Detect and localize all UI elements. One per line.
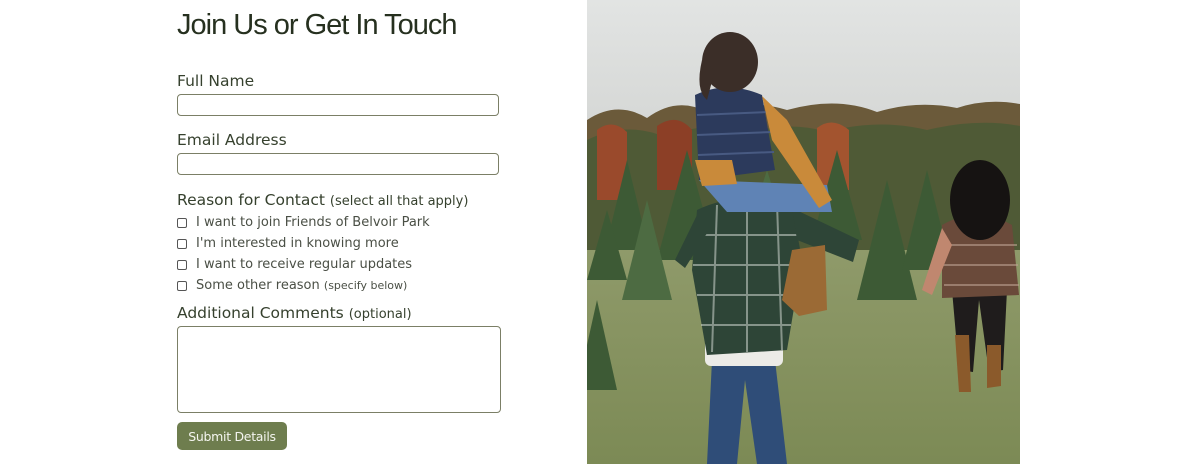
reason-label-text: Reason for Contact	[177, 191, 325, 209]
contact-page: Join Us or Get In Touch Full Name Email …	[0, 0, 1200, 464]
reason-hint: (select all that apply)	[329, 194, 469, 209]
reason-option-other-hint: (specify below)	[323, 279, 408, 292]
reason-option-join[interactable]: I want to join Friends of Belvoir Park	[177, 215, 430, 230]
comments-textarea[interactable]	[177, 326, 501, 413]
reason-option-label: I want to join Friends of Belvoir Park	[196, 215, 430, 230]
email-field[interactable]	[177, 153, 499, 175]
checkbox-icon[interactable]	[177, 280, 187, 291]
checkbox-icon[interactable]	[177, 217, 187, 228]
reason-option-know-more[interactable]: I'm interested in knowing more	[177, 236, 399, 251]
reason-option-other-text: Some other reason	[196, 278, 320, 293]
reason-option-other[interactable]: Some other reason (specify below)	[177, 278, 407, 293]
comments-label: Additional Comments (optional)	[177, 304, 412, 322]
hero-photo	[587, 0, 1020, 464]
full-name-label: Full Name	[177, 72, 255, 90]
checkbox-icon[interactable]	[177, 259, 187, 270]
reason-option-label: I'm interested in knowing more	[196, 236, 399, 251]
photo-illustration	[587, 0, 1020, 464]
reason-option-label: I want to receive regular updates	[196, 257, 413, 272]
checkbox-icon[interactable]	[177, 238, 187, 249]
full-name-field[interactable]	[177, 94, 499, 116]
page-title: Join Us or Get In Touch	[177, 9, 458, 41]
submit-button[interactable]: Submit Details	[177, 422, 287, 450]
reason-option-label: Some other reason (specify below)	[196, 278, 407, 293]
reason-option-updates[interactable]: I want to receive regular updates	[177, 257, 412, 272]
comments-hint: (optional)	[348, 307, 412, 322]
email-label: Email Address	[177, 131, 287, 149]
comments-label-text: Additional Comments	[177, 304, 344, 322]
reason-label: Reason for Contact (select all that appl…	[177, 191, 468, 209]
